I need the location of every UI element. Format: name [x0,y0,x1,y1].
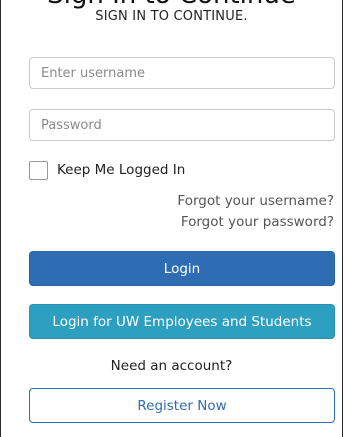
need-account-text: Need an account? [110,358,233,374]
username-input[interactable] [29,57,335,89]
login-button-label: Login [163,260,201,277]
page-title: Sign In to Continue [1,0,342,8]
remember-me-row[interactable]: Keep Me Logged In [29,160,185,180]
uw-login-button-label: Login for UW Employees and Students [52,313,312,330]
register-button-label: Register Now [137,397,227,414]
remember-me-checkbox[interactable] [29,160,48,180]
forgot-password-link[interactable]: Forgot your password? [181,214,334,230]
sign-in-panel: Sign In to Continue SIGN IN TO CONTINUE.… [0,0,343,437]
forgot-username-link[interactable]: Forgot your username? [177,193,334,209]
sign-in-heading: SIGN IN TO CONTINUE. [95,9,248,24]
remember-me-label[interactable]: Keep Me Logged In [57,162,185,178]
login-button[interactable]: Login [29,251,335,286]
password-input[interactable] [29,109,335,141]
uw-login-button[interactable]: Login for UW Employees and Students [29,304,335,339]
register-button[interactable]: Register Now [29,388,335,423]
